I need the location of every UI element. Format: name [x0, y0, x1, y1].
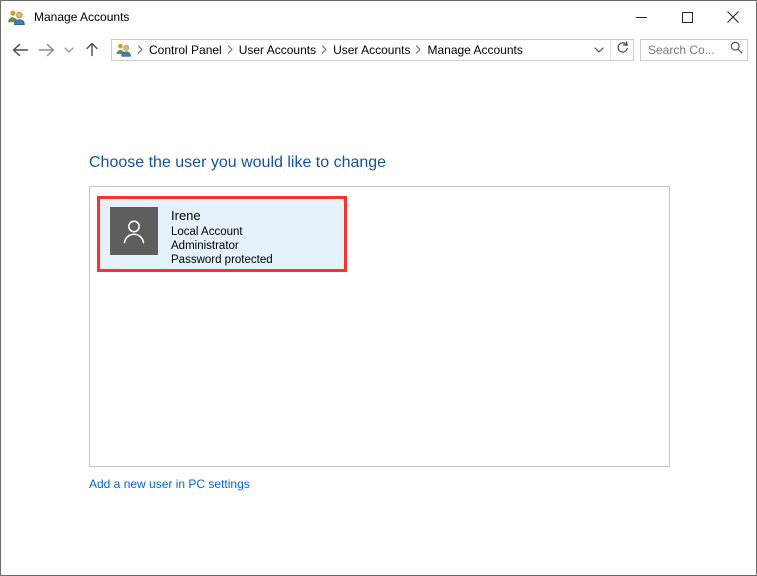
breadcrumb: Control Panel User Accounts User Account… — [112, 40, 588, 60]
person-icon — [119, 216, 149, 246]
address-bar[interactable]: Control Panel User Accounts User Account… — [111, 38, 634, 61]
maximize-icon — [681, 11, 693, 23]
breadcrumb-separator[interactable] — [413, 45, 424, 54]
account-tile-irene[interactable]: Irene Local Account Administrator Passwo… — [100, 199, 344, 269]
refresh-icon — [616, 40, 629, 59]
forward-button[interactable] — [33, 37, 59, 63]
account-details: Irene Local Account Administrator Passwo… — [171, 207, 273, 267]
close-button[interactable] — [710, 1, 756, 33]
breadcrumb-separator[interactable] — [135, 45, 146, 54]
account-password-status: Password protected — [171, 254, 273, 266]
back-arrow-icon — [12, 43, 29, 57]
forward-arrow-icon — [38, 43, 55, 57]
search-input[interactable]: Search Co... — [648, 43, 730, 57]
breadcrumb-item-control-panel[interactable]: Control Panel — [146, 40, 225, 60]
account-type: Local Account — [171, 226, 243, 238]
recent-locations-button[interactable] — [59, 37, 79, 63]
address-bar-buttons — [588, 39, 633, 60]
window-controls — [618, 1, 756, 33]
add-new-user-link[interactable]: Add a new user in PC settings — [89, 477, 250, 491]
window-title: Manage Accounts — [34, 10, 130, 24]
manage-accounts-window: Manage Accounts Control Panel User Accou… — [0, 0, 757, 576]
navigation-bar: Control Panel User Accounts User Account… — [1, 33, 756, 66]
up-level-button[interactable] — [79, 37, 105, 63]
avatar — [110, 207, 158, 255]
breadcrumb-separator[interactable] — [319, 45, 330, 54]
refresh-button[interactable] — [610, 39, 633, 60]
account-role: Administrator — [171, 240, 239, 252]
breadcrumb-separator[interactable] — [225, 45, 236, 54]
content-area: Choose the user you would like to change… — [1, 66, 756, 575]
highlight-box: Irene Local Account Administrator Passwo… — [97, 196, 347, 272]
account-name: Irene — [171, 208, 201, 223]
chevron-down-icon — [594, 41, 604, 59]
title-bar-left: Manage Accounts — [1, 9, 129, 25]
maximize-button[interactable] — [664, 1, 710, 33]
title-bar: Manage Accounts — [1, 1, 756, 33]
up-arrow-icon — [85, 42, 99, 57]
user-accounts-icon — [8, 9, 26, 25]
minimize-icon — [635, 12, 647, 23]
page-title: Choose the user you would like to change — [89, 154, 387, 171]
address-user-accounts-icon — [115, 42, 135, 57]
close-icon — [727, 11, 739, 23]
breadcrumb-item-user-accounts-2[interactable]: User Accounts — [330, 40, 413, 60]
chevron-down-icon — [64, 46, 74, 54]
search-icon[interactable] — [730, 41, 743, 59]
search-box[interactable]: Search Co... — [640, 38, 748, 61]
breadcrumb-item-user-accounts[interactable]: User Accounts — [236, 40, 319, 60]
address-dropdown-button[interactable] — [588, 40, 610, 60]
breadcrumb-item-manage-accounts[interactable]: Manage Accounts — [424, 40, 525, 60]
minimize-button[interactable] — [618, 1, 664, 33]
back-button[interactable] — [7, 37, 33, 63]
